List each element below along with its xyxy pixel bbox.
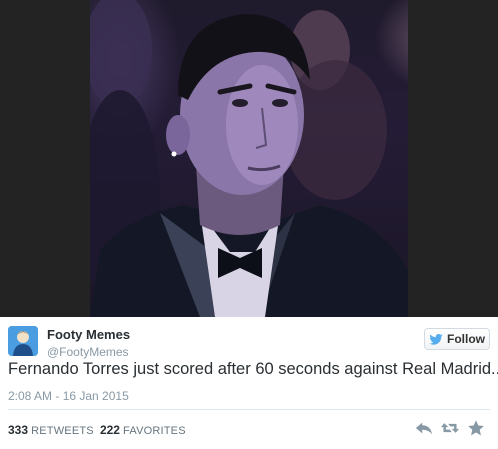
footy-memes-avatar-icon [8, 326, 38, 356]
tweet-timestamp[interactable]: 2:08 AM - 16 Jan 2015 [8, 389, 129, 403]
retweets-count: 333 [8, 423, 29, 437]
retweets-stat[interactable]: 333 RETWEETS [8, 423, 94, 437]
favorites-label: FAVORITES [123, 425, 186, 437]
favorites-count: 222 [99, 423, 120, 437]
tweet-media[interactable] [0, 0, 498, 317]
tweet-account[interactable]: Footy Memes @FootyMemes [8, 326, 338, 360]
tweet-photo[interactable] [90, 0, 408, 317]
account-handle[interactable]: @FootyMemes [47, 345, 129, 359]
tweet-text: Fernando Torres just scored after 60 sec… [8, 360, 498, 378]
retweet-icon[interactable] [441, 419, 459, 437]
reply-icon[interactable] [415, 419, 433, 437]
twitter-bird-icon [429, 333, 443, 345]
follow-button[interactable]: Follow [424, 328, 490, 350]
account-avatar[interactable] [8, 326, 38, 356]
tweet-stats: 333 RETWEETS 222 FAVORITES [8, 423, 186, 437]
tweet-actions [415, 419, 485, 437]
divider [8, 409, 490, 410]
follow-label: Follow [447, 332, 485, 346]
photo-illustration [90, 0, 408, 317]
star-icon[interactable] [467, 419, 485, 437]
favorites-stat[interactable]: 222 FAVORITES [99, 423, 186, 437]
account-display-name[interactable]: Footy Memes [47, 327, 130, 342]
retweets-label: RETWEETS [31, 425, 94, 437]
